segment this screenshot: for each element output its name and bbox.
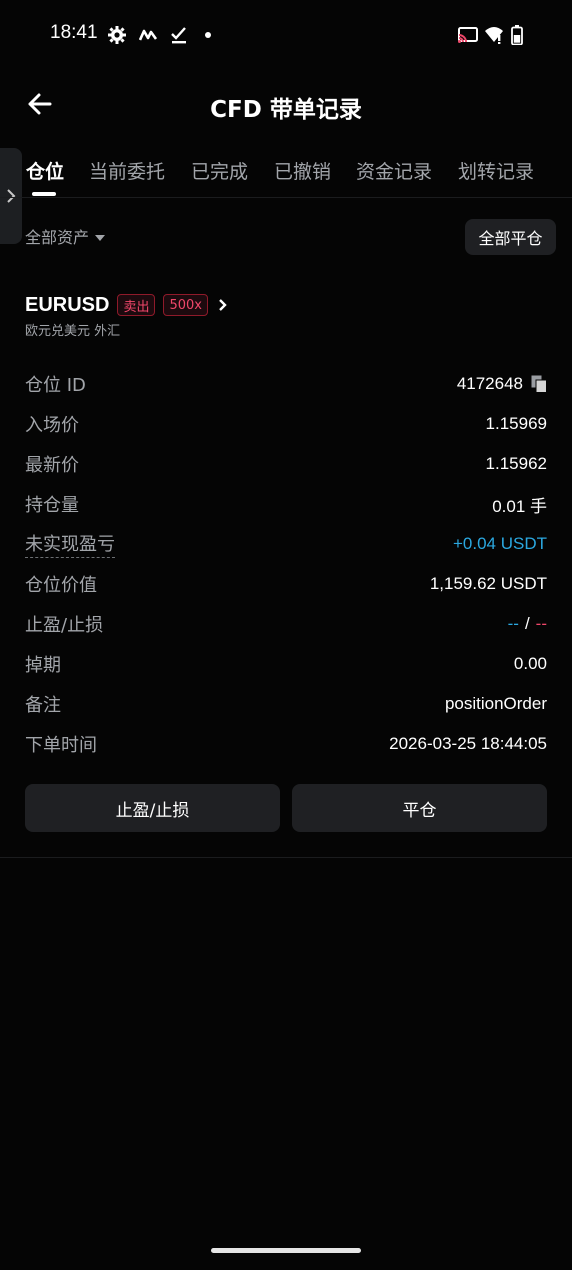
status-bar: 18:41 (0, 0, 572, 72)
dot-icon (202, 24, 214, 46)
row-label: 仓位价值 (25, 575, 97, 596)
status-time: 18:41 (50, 22, 98, 43)
detail-row-position-size: 持仓量 0.01 手 (25, 484, 547, 524)
row-label: 下单时间 (25, 735, 97, 756)
row-label: 掉期 (25, 655, 61, 676)
tab-completed[interactable]: 已完成 (191, 157, 248, 184)
page-title: CFD 带单记录 (210, 97, 362, 123)
position-value-value: 1,159.62 USDT (429, 574, 547, 593)
check-icon (168, 24, 190, 46)
detail-row-position-id: 仓位 ID 4172648 (25, 364, 547, 404)
swap-value: 0.00 (513, 654, 547, 673)
tp-sl-separator: / (524, 614, 530, 633)
detail-row-entry-price: 入场价 1.15969 (25, 404, 547, 444)
row-label: 持仓量 (25, 495, 79, 516)
position-id-value: 4172648 (456, 374, 523, 393)
tab-positions[interactable]: 仓位 (26, 157, 64, 184)
unrealized-pnl-label[interactable]: 未实现盈亏 (25, 530, 115, 558)
detail-row-tp-sl: 止盈/止损 -- / -- (25, 604, 547, 644)
note-value: positionOrder (444, 694, 547, 713)
divider (0, 857, 572, 858)
tp-sl-button[interactable]: 止盈/止损 (25, 784, 280, 832)
close-position-button[interactable]: 平仓 (292, 784, 547, 832)
detail-row-unrealized-pnl: 未实现盈亏 +0.04 USDT (25, 524, 547, 564)
tab-transfer-records[interactable]: 划转记录 (458, 157, 534, 184)
row-label: 入场价 (25, 415, 79, 436)
activity-icon (138, 24, 158, 46)
detail-row-position-value: 仓位价值 1,159.62 USDT (25, 564, 547, 604)
entry-price-value: 1.15969 (485, 414, 547, 433)
detail-row-last-price: 最新价 1.15962 (25, 444, 547, 484)
battery-icon (510, 24, 524, 46)
home-indicator[interactable] (211, 1248, 361, 1253)
position-symbol: EURUSD (25, 293, 110, 316)
close-all-button[interactable]: 全部平仓 (465, 219, 556, 255)
asset-filter-label: 全部资产 (25, 228, 90, 247)
position-size-value: 0.01 手 (492, 496, 547, 516)
position-details: 仓位 ID 4172648 入场价 1.15969 最新价 1.15962 持仓… (25, 364, 547, 764)
take-profit-value: -- (507, 614, 519, 633)
unrealized-pnl-value: +0.04 USDT (452, 534, 547, 553)
tab-funding-records[interactable]: 资金记录 (356, 157, 432, 184)
position-header[interactable]: EURUSD 卖出 500x (25, 288, 228, 322)
asset-filter-dropdown[interactable]: 全部资产 (25, 224, 106, 248)
caret-down-icon (95, 227, 106, 246)
detail-row-order-time: 下单时间 2026-03-25 18:44:05 (25, 724, 547, 764)
row-label: 止盈/止损 (25, 615, 104, 636)
side-badge: 卖出 (117, 294, 156, 316)
order-time-value: 2026-03-25 18:44:05 (389, 734, 547, 753)
chevron-right-icon[interactable] (218, 298, 228, 312)
row-label: 最新价 (25, 455, 79, 476)
tab-open-orders[interactable]: 当前委托 (89, 157, 165, 184)
tab-cancelled[interactable]: 已撤销 (274, 157, 331, 184)
detail-row-swap: 掉期 0.00 (25, 644, 547, 684)
last-price-value: 1.15962 (485, 454, 547, 473)
stop-loss-value: -- (535, 614, 547, 633)
row-label: 备注 (25, 695, 61, 716)
active-tab-indicator (32, 192, 56, 196)
top-app-bar: CFD 带单记录 (0, 72, 572, 140)
wifi-icon (483, 24, 505, 46)
cast-icon (456, 24, 480, 46)
filter-row: 全部资产 全部平仓 (0, 216, 572, 256)
leverage-badge: 500x (163, 294, 208, 316)
copy-icon[interactable] (531, 375, 547, 393)
detail-row-note: 备注 positionOrder (25, 684, 547, 724)
gear-icon (106, 24, 128, 46)
position-subtitle: 欧元兑美元 外汇 (25, 324, 121, 339)
position-actions: 止盈/止损 平仓 (25, 784, 547, 832)
record-tabs: 仓位 当前委托 已完成 已撤销 资金记录 划转记录 (0, 150, 572, 198)
row-label: 仓位 ID (25, 375, 86, 396)
